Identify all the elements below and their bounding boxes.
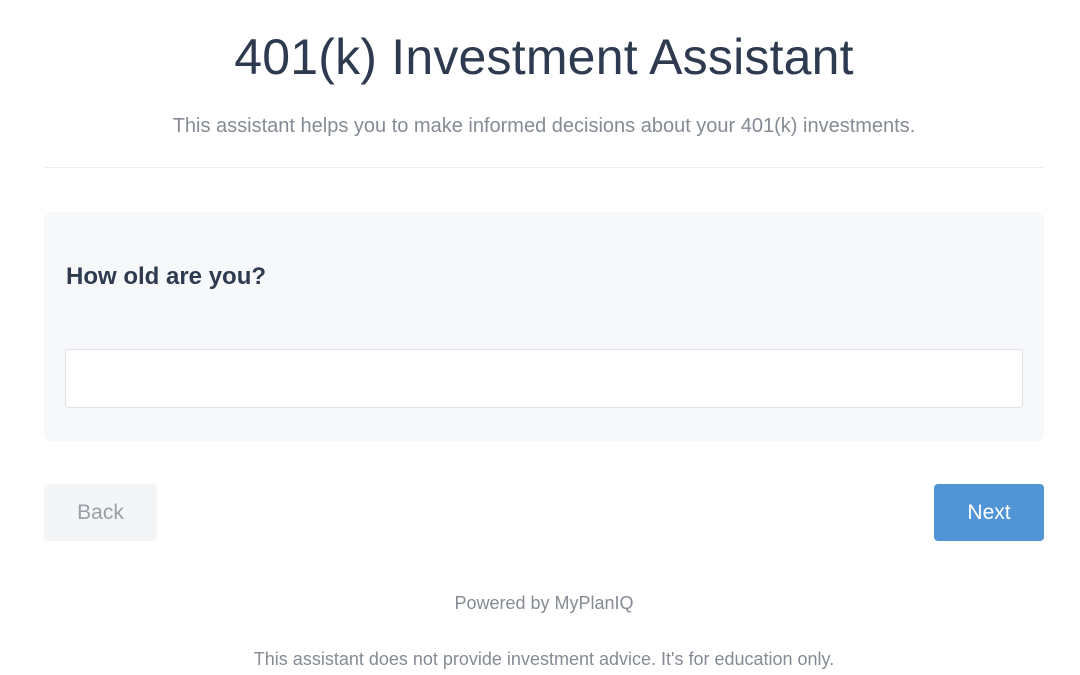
header-divider <box>44 167 1044 168</box>
disclaimer-text: This assistant does not provide investme… <box>253 649 835 669</box>
question-card: How old are you? <box>44 212 1044 441</box>
next-button[interactable]: Next <box>934 484 1044 541</box>
assistant-page: 401(k) Investment Assistant This assista… <box>0 0 1080 675</box>
powered-by-text: Powered by MyPlanIQ <box>454 593 634 613</box>
back-button[interactable]: Back <box>44 484 157 541</box>
age-input[interactable] <box>65 349 1023 408</box>
page-title: 401(k) Investment Assistant <box>234 29 854 85</box>
question-label: How old are you? <box>66 263 267 290</box>
page-subtitle: This assistant helps you to make informe… <box>172 115 916 137</box>
